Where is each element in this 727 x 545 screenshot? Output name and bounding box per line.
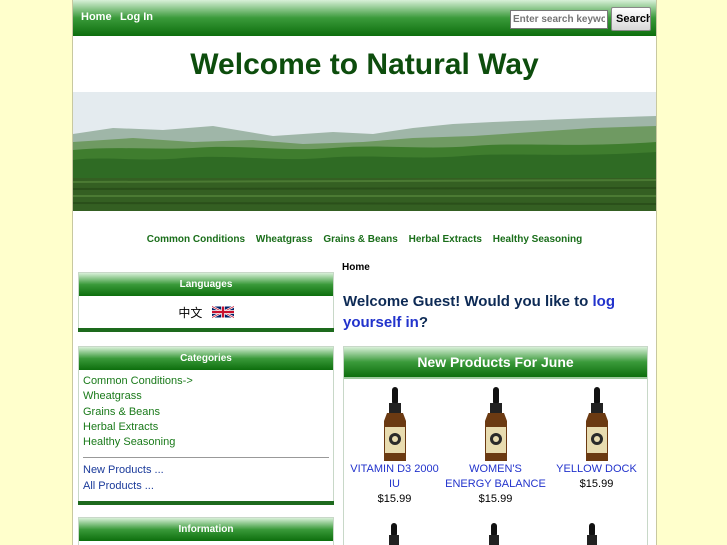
catnav-herbal-extracts[interactable]: Herbal Extracts: [409, 234, 482, 245]
catnav-common-conditions[interactable]: Common Conditions: [147, 234, 245, 245]
new-products-box: New Products For June VITAMIN D3 2000 IU…: [343, 346, 648, 545]
product-bottle-image[interactable]: [584, 387, 610, 461]
product-bottle-image[interactable]: [382, 387, 408, 461]
product-price: $15.99: [579, 478, 614, 490]
product-bottle-image[interactable]: [483, 387, 509, 461]
top-nav-bar: Home Log In Search: [73, 0, 656, 38]
new-products-heading: New Products For June: [344, 347, 647, 379]
languages-box: Languages 中文: [78, 272, 334, 332]
new-products-link[interactable]: New Products ...: [83, 464, 164, 476]
product-name-link[interactable]: YELLOW DOCK: [556, 463, 637, 475]
welcome-suffix: ?: [418, 314, 429, 331]
product-name-link[interactable]: WOMEN'S ENERGY BALANCE: [445, 463, 546, 490]
nav-home-link[interactable]: Home: [81, 11, 112, 23]
list-item: Common Conditions->: [83, 374, 333, 389]
uk-flag-icon[interactable]: [211, 305, 235, 322]
more-products-list: New Products ... All Products ...: [83, 463, 333, 494]
category-healthy-seasoning[interactable]: Healthy Seasoning: [83, 436, 175, 448]
product-price: $15.99: [377, 493, 412, 505]
product-card: WOMEN'S ENERGY BALANCE $15.99: [445, 387, 546, 507]
list-item: All Products ...: [83, 479, 333, 494]
category-grains-beans[interactable]: Grains & Beans: [83, 406, 160, 418]
languages-box-footer: [78, 328, 334, 332]
category-wheatgrass[interactable]: Wheatgrass: [83, 390, 142, 402]
product-name-link[interactable]: VITAMIN D3 2000 IU: [350, 463, 438, 490]
product-card: YELLOW DOCK $15.99: [546, 387, 647, 492]
information-box: Information: [78, 517, 334, 545]
category-divider: [83, 457, 329, 459]
product-price: $15.99: [478, 493, 513, 505]
category-list: Common Conditions-> Wheatgrass Grains & …: [83, 374, 333, 450]
landscape-banner-image: [73, 92, 656, 211]
category-herbal-extracts[interactable]: Herbal Extracts: [83, 421, 158, 433]
list-item: New Products ...: [83, 463, 333, 478]
product-bottle-image[interactable]: [484, 523, 504, 545]
search-input[interactable]: [510, 10, 608, 29]
list-item: Wheatgrass: [83, 389, 333, 404]
product-bottle-image[interactable]: [582, 523, 602, 545]
catnav-healthy-seasoning[interactable]: Healthy Seasoning: [493, 234, 582, 245]
list-item: Herbal Extracts: [83, 420, 333, 435]
nav-login-link[interactable]: Log In: [120, 11, 153, 23]
search-button[interactable]: Search: [611, 7, 651, 31]
product-card: VITAMIN D3 2000 IU $15.99: [344, 387, 445, 507]
welcome-text: Welcome Guest! Would you like to: [343, 293, 593, 310]
categories-heading: Categories: [79, 347, 333, 370]
categories-box: Categories Common Conditions-> Wheatgras…: [78, 346, 334, 505]
page-container: Home Log In Search Welcome to Natural Wa…: [72, 0, 657, 545]
list-item: Grains & Beans: [83, 405, 333, 420]
landscape-illustration: [73, 92, 656, 211]
languages-heading: Languages: [79, 273, 333, 296]
information-heading: Information: [79, 518, 333, 541]
product-bottle-image[interactable]: [384, 523, 404, 545]
all-products-link[interactable]: All Products ...: [83, 480, 154, 492]
category-common-conditions[interactable]: Common Conditions->: [83, 375, 193, 387]
breadcrumb[interactable]: Home: [342, 262, 370, 273]
category-nav: Common Conditions Wheatgrass Grains & Be…: [73, 234, 656, 245]
welcome-message: Welcome Guest! Would you like to log you…: [343, 291, 643, 333]
categories-box-footer: [78, 501, 334, 505]
language-chinese-link[interactable]: 中文: [178, 306, 202, 320]
catnav-wheatgrass[interactable]: Wheatgrass: [256, 234, 313, 245]
list-item: Healthy Seasoning: [83, 435, 333, 450]
site-title: Welcome to Natural Way: [190, 48, 539, 81]
catnav-grains-beans[interactable]: Grains & Beans: [323, 234, 397, 245]
language-options: 中文: [79, 296, 333, 322]
